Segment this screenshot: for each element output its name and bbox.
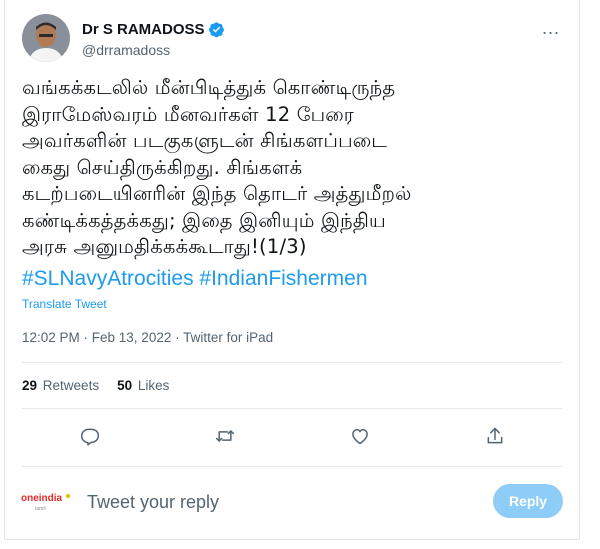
retweets-label: Retweets xyxy=(42,378,100,393)
logo-text: oneindia xyxy=(21,493,63,504)
author-handle[interactable]: @drramadoss xyxy=(82,42,225,58)
reply-button[interactable]: Reply xyxy=(493,484,563,518)
hashtag-link[interactable]: #SLNavyAtrocities xyxy=(22,267,194,290)
hashtags: #SLNavyAtrocities #IndianFishermen xyxy=(22,266,368,292)
oneindia-logo: oneindia tamil xyxy=(21,490,71,514)
divider xyxy=(22,362,563,363)
verified-badge-icon xyxy=(208,21,225,38)
likes-stat[interactable]: 50 Likes xyxy=(117,378,169,393)
like-icon[interactable] xyxy=(342,418,378,454)
likes-label: Likes xyxy=(137,378,170,393)
divider xyxy=(22,466,563,467)
more-options-icon[interactable]: ... xyxy=(539,18,563,38)
divider xyxy=(22,408,563,409)
retweets-count: 29 xyxy=(22,378,38,393)
reply-icon[interactable] xyxy=(72,418,108,454)
tweet-text: வங்கக்கடலில் மீன்பிடித்துக் கொண்டிருந்த … xyxy=(22,76,412,258)
likes-count: 50 xyxy=(117,378,133,393)
avatar[interactable] xyxy=(22,14,70,62)
author-info[interactable]: Dr S RAMADOSS @drramadoss xyxy=(82,20,225,58)
share-icon[interactable] xyxy=(477,418,513,454)
hashtag-link[interactable]: #IndianFishermen xyxy=(199,267,367,290)
reply-input[interactable] xyxy=(85,488,469,516)
logo-subtext: tamil xyxy=(35,506,46,512)
retweets-stat[interactable]: 29 Retweets xyxy=(22,378,99,393)
translate-tweet-link[interactable]: Translate Tweet xyxy=(22,297,107,311)
tweet-card: Dr S RAMADOSS @drramadoss ... வங்கக்கடலி… xyxy=(4,0,580,540)
action-bar xyxy=(22,418,563,454)
reply-composer: oneindia tamil Reply xyxy=(5,476,579,526)
avatar-portrait xyxy=(22,14,70,62)
retweet-icon[interactable] xyxy=(207,418,243,454)
display-name[interactable]: Dr S RAMADOSS xyxy=(82,21,205,38)
tweet-stats: 29 Retweets 50 Likes xyxy=(22,378,169,393)
tweet-header: Dr S RAMADOSS @drramadoss ... xyxy=(22,14,563,64)
tweet-timestamp[interactable]: 12:02 PM · Feb 13, 2022 · Twitter for iP… xyxy=(22,330,273,345)
